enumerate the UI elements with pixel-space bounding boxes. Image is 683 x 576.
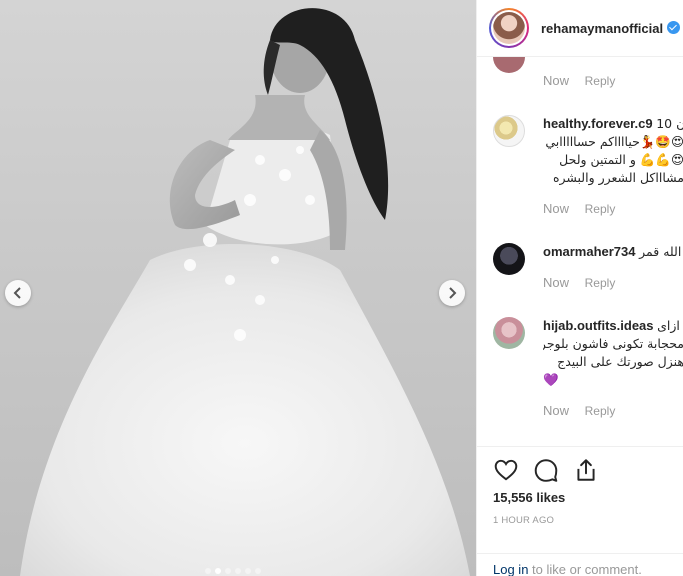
comment-body: hijab.outfits.ideas ازاى محجابة تكونى فا… (543, 317, 683, 389)
comment-meta: Now Reply (543, 403, 615, 418)
comments-list[interactable]: Now Reply healthy.forever.c9 10 مليون 😍🤩… (477, 57, 683, 446)
previous-slide-button[interactable] (5, 280, 31, 306)
chevron-left-icon (13, 287, 21, 299)
comment-text: الله قمر (639, 244, 682, 259)
reply-button[interactable]: Reply (585, 276, 616, 290)
comment-avatar[interactable] (493, 57, 525, 73)
share-button[interactable] (573, 457, 599, 483)
comment-body: healthy.forever.c9 10 مليون 😍🤩💃حيااااكم … (543, 115, 683, 187)
reply-button[interactable]: Reply (585, 404, 616, 418)
post-side-panel: rehamaymanofficial Now Reply healthy.for… (476, 0, 683, 576)
comment-meta: Now Reply (543, 275, 615, 290)
reply-button[interactable]: Reply (585, 202, 616, 216)
comment-time[interactable]: Now (543, 403, 569, 418)
login-link[interactable]: Log in (493, 562, 528, 576)
comment-text: محجابة تكونى فاشون بلوجر (543, 336, 683, 351)
bride-photo (20, 8, 470, 576)
comment-username[interactable]: healthy.forever.c9 (543, 116, 653, 131)
comment-text: 😍🤩💃حيااااكم حسااااابي (545, 134, 683, 149)
comment-text: 😍💪💪 و التمتين ولحل (559, 152, 683, 167)
like-button[interactable] (493, 457, 519, 483)
comment-avatar[interactable] (493, 115, 525, 147)
comment-text: 💜 (543, 372, 559, 387)
comment-icon (534, 459, 558, 482)
next-slide-button[interactable] (439, 280, 465, 306)
share-icon (577, 459, 595, 481)
comment-time[interactable]: Now (543, 201, 569, 216)
post-actions: 15,556 likes 1 HOUR AGO Log in to like o… (477, 446, 683, 576)
comment-username[interactable]: hijab.outfits.ideas (543, 318, 654, 333)
carousel-dot (205, 568, 211, 574)
post-photo[interactable] (0, 0, 476, 576)
post-timestamp[interactable]: 1 HOUR AGO (493, 515, 554, 526)
likes-count[interactable]: 15,556 likes (493, 490, 565, 505)
heart-icon (494, 459, 518, 481)
comment-text: مشاااكل الشعرر والبشره (552, 170, 683, 185)
carousel-dot (225, 568, 231, 574)
username-text[interactable]: rehamaymanofficial (541, 21, 663, 36)
post-header: rehamaymanofficial (477, 0, 683, 57)
carousel-dots (205, 568, 261, 574)
comment-avatar[interactable] (493, 317, 525, 349)
carousel-dot-active (215, 568, 221, 574)
comment-button[interactable] (533, 457, 559, 483)
comment-avatar[interactable] (493, 243, 525, 275)
comment-meta: Now Reply (543, 201, 615, 216)
verified-badge-icon (667, 20, 681, 34)
chevron-right-icon (449, 287, 457, 299)
carousel-dot (235, 568, 241, 574)
avatar[interactable] (489, 8, 529, 48)
login-prompt: Log in to like or comment. (477, 553, 683, 576)
comment-time[interactable]: Now (543, 73, 569, 88)
comment-meta: Now Reply (543, 73, 615, 88)
comment-time[interactable]: Now (543, 275, 569, 290)
comment-text: 10 مليون (656, 116, 683, 131)
comment-text: هنزل صورتك على البيدج (557, 354, 683, 369)
reply-button[interactable]: Reply (585, 74, 616, 88)
comment-text: ازاى (657, 318, 680, 333)
login-suffix-text: to like or comment. (528, 562, 642, 576)
avatar-image (493, 12, 525, 44)
post-username[interactable]: rehamaymanofficial (541, 20, 681, 36)
carousel-dot (245, 568, 251, 574)
comment-body: omarmaher734 الله قمر (543, 243, 683, 261)
carousel-dot (255, 568, 261, 574)
comment-username[interactable]: omarmaher734 (543, 244, 636, 259)
